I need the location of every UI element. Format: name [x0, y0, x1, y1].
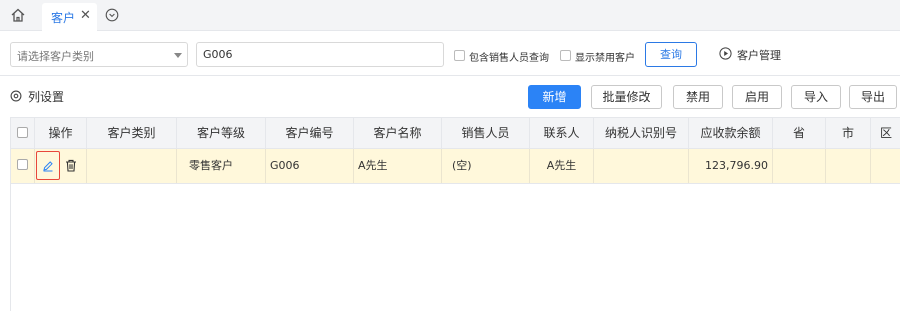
disable-button[interactable]: 禁用 — [673, 85, 723, 109]
cell-tax-id — [594, 149, 689, 183]
header-code[interactable]: 客户编号 — [266, 118, 354, 149]
cell-category — [87, 149, 177, 183]
include-sales-checkbox[interactable] — [454, 50, 465, 61]
cell-city — [826, 149, 871, 183]
cell-sales: (空) — [442, 149, 530, 183]
cell-code: G006 — [266, 149, 354, 183]
header-district[interactable]: 区 — [871, 118, 900, 149]
export-button[interactable]: 导出 — [849, 85, 897, 109]
header-sales[interactable]: 销售人员 — [442, 118, 530, 149]
cell-province — [773, 149, 826, 183]
header-name[interactable]: 客户名称 — [354, 118, 442, 149]
header-level[interactable]: 客户等级 — [177, 118, 266, 149]
enable-button[interactable]: 启用 — [732, 85, 782, 109]
show-disabled-label: 显示禁用客户 — [575, 53, 635, 64]
header-category[interactable]: 客户类别 — [87, 118, 177, 149]
show-disabled-checkbox[interactable] — [560, 50, 571, 61]
column-settings-label: 列设置 — [28, 90, 65, 104]
cell-contact: A先生 — [530, 149, 594, 183]
customer-management-label: 客户管理 — [737, 49, 781, 62]
cell-level: 零售客户 — [177, 149, 266, 183]
header-city[interactable]: 市 — [826, 118, 871, 149]
close-icon[interactable]: ✕ — [80, 8, 91, 23]
filter-bar: 请选择客户类别 包含销售人员查询 显示禁用客户 查询 客户管理 — [0, 31, 900, 76]
header-contact[interactable]: 联系人 — [530, 118, 594, 149]
tab-customer-label: 客户 — [51, 11, 76, 25]
customer-table: 操作 客户类别 客户等级 客户编号 客户名称 销售人员 联系人 纳税人识别号 应… — [10, 117, 900, 311]
select-all-checkbox[interactable] — [17, 127, 28, 138]
row-actions-cell — [11, 149, 87, 183]
cell-district — [871, 149, 900, 183]
pencil-icon — [43, 161, 53, 172]
header-actions: 操作 — [35, 118, 87, 149]
cell-name: A先生 — [354, 149, 442, 183]
play-circle-icon — [719, 47, 732, 60]
edit-button[interactable] — [36, 151, 60, 180]
chevron-down-circle-icon[interactable] — [105, 8, 119, 22]
header-province[interactable]: 省 — [773, 118, 826, 149]
caret-down-icon — [174, 53, 182, 58]
customer-category-placeholder: 请选择客户类别 — [17, 50, 94, 63]
gear-icon — [10, 90, 22, 102]
select-all-cell — [11, 118, 35, 149]
header-tax-id[interactable]: 纳税人识别号 — [594, 118, 689, 149]
tab-bar: 客户 ✕ — [0, 0, 900, 31]
table-header: 操作 客户类别 客户等级 客户编号 客户名称 销售人员 联系人 纳税人识别号 应… — [11, 117, 900, 149]
query-button[interactable]: 查询 — [645, 42, 697, 67]
trash-icon[interactable] — [65, 159, 77, 172]
customer-category-select[interactable]: 请选择客户类别 — [10, 42, 188, 67]
import-button[interactable]: 导入 — [791, 85, 841, 109]
search-input[interactable] — [196, 42, 444, 67]
cell-receivable: 123,796.90 — [689, 149, 773, 183]
table-row[interactable]: 零售客户 G006 A先生 (空) A先生 123,796.90 — [11, 149, 900, 184]
home-icon[interactable] — [10, 7, 26, 23]
add-button[interactable]: 新增 — [528, 85, 581, 109]
tab-customer[interactable]: 客户 ✕ — [42, 3, 97, 31]
include-sales-label: 包含销售人员查询 — [469, 53, 549, 64]
batch-edit-button[interactable]: 批量修改 — [591, 85, 662, 109]
header-receivable[interactable]: 应收款余额 — [689, 118, 773, 149]
